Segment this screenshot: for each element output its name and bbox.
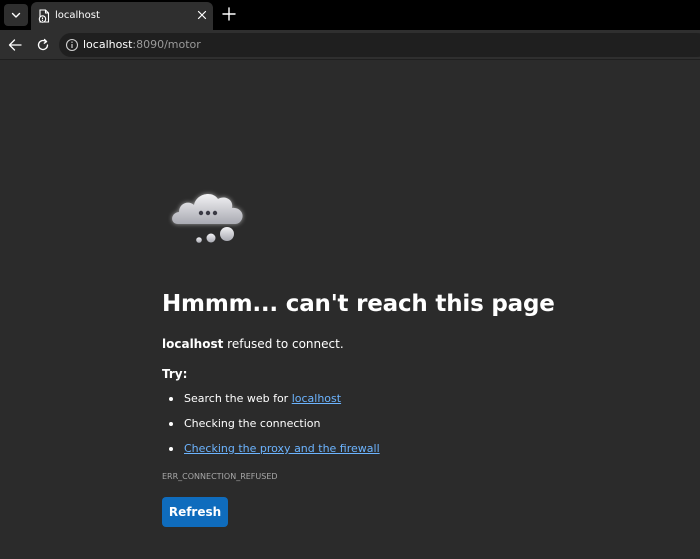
suggestion-connection: Checking the connection: [168, 416, 380, 441]
url-text: localhost:8090/motor: [83, 37, 201, 53]
error-message: refused to connect.: [223, 337, 344, 351]
suggestion-list: Search the web for localhost Checking th…: [168, 391, 380, 466]
tab-actions-button[interactable]: [4, 4, 28, 26]
search-localhost-link[interactable]: localhost: [292, 392, 341, 405]
reload-icon: [37, 38, 49, 51]
info-icon[interactable]: [65, 38, 79, 52]
new-tab-button[interactable]: [220, 5, 238, 23]
tab-localhost[interactable]: localhost: [31, 2, 213, 30]
plus-icon: [222, 7, 236, 21]
browser-toolbar: localhost:8090/motor: [0, 30, 700, 60]
error-page: Hmmm... can't reach this page localhost …: [0, 61, 700, 559]
error-host: localhost: [162, 337, 224, 351]
back-button[interactable]: [7, 37, 23, 53]
error-description: localhost refused to connect.: [162, 336, 344, 352]
proxy-firewall-link[interactable]: Checking the proxy and the firewall: [184, 442, 380, 455]
reload-button[interactable]: [35, 37, 51, 53]
close-icon: [197, 10, 207, 20]
error-code: ERR_CONNECTION_REFUSED: [162, 472, 278, 481]
tab-close-button[interactable]: [195, 8, 209, 22]
page-title: Hmmm... can't reach this page: [162, 291, 555, 317]
try-label: Try:: [162, 367, 188, 381]
chevron-down-icon: [11, 12, 21, 18]
tab-strip: localhost: [0, 0, 700, 30]
tab-title: localhost: [55, 10, 100, 21]
document-warning-icon: [38, 9, 50, 23]
suggestion-proxy: Checking the proxy and the firewall: [168, 441, 380, 466]
url-host: localhost: [83, 38, 133, 51]
refresh-button[interactable]: Refresh: [162, 497, 228, 527]
url-path: :8090/motor: [132, 38, 201, 51]
suggestion-search-text: Search the web for: [184, 392, 292, 405]
thinking-cloud-icon: [172, 194, 243, 243]
suggestion-search: Search the web for localhost: [168, 391, 380, 416]
arrow-left-icon: [8, 39, 22, 51]
address-bar[interactable]: localhost:8090/motor: [59, 33, 700, 57]
